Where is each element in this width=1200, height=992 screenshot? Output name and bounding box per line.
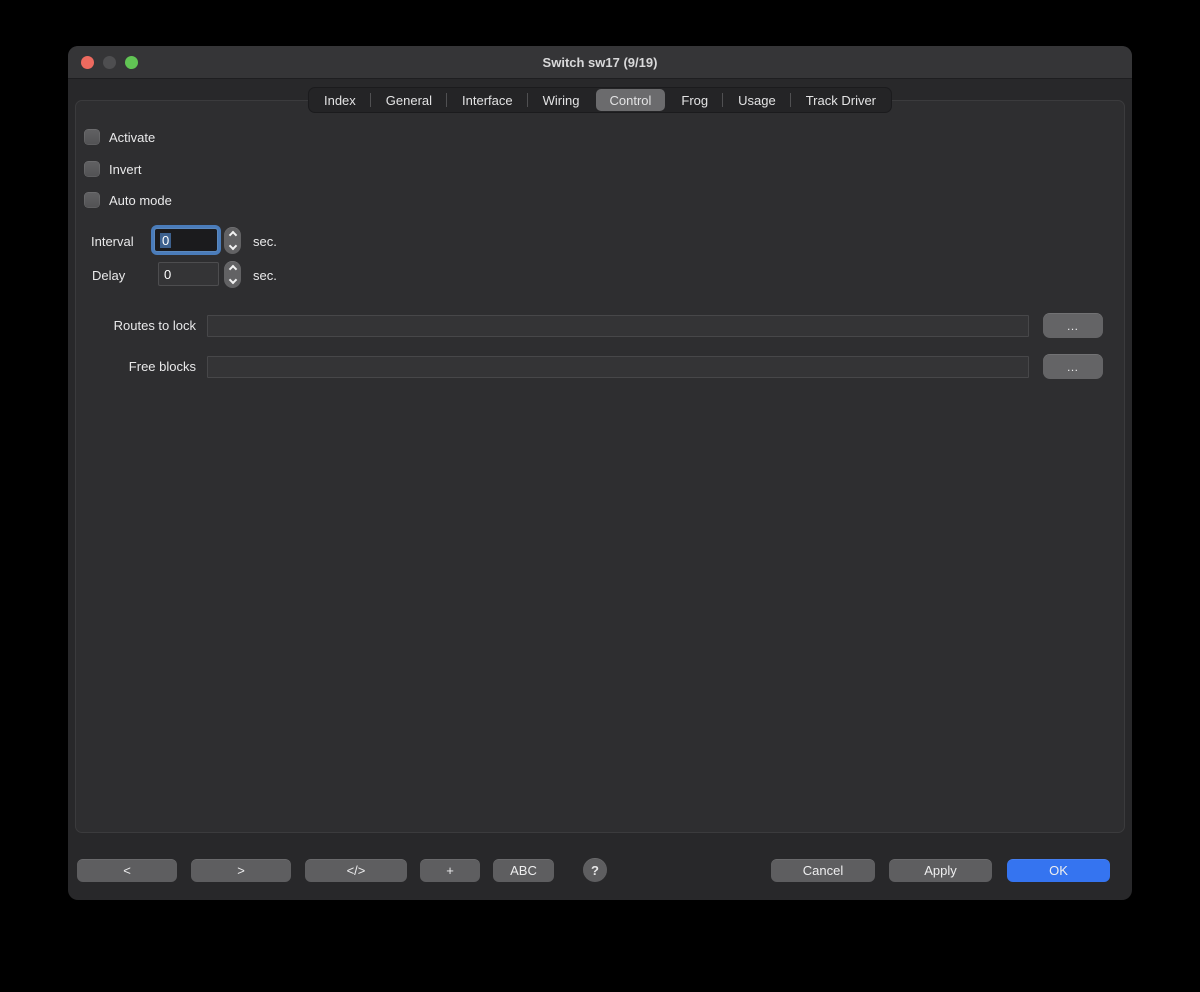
stepper-up-icon	[228, 231, 236, 239]
tab-index[interactable]: Index	[310, 89, 370, 111]
invert-row: Invert	[84, 160, 142, 178]
tab-label: Frog	[681, 93, 708, 108]
tab-wiring[interactable]: Wiring	[529, 89, 594, 111]
delay-unit: sec.	[253, 267, 277, 285]
interval-unit: sec.	[253, 233, 277, 251]
auto-mode-row: Auto mode	[84, 191, 172, 209]
stepper-up-icon	[228, 265, 236, 273]
tab-track-driver[interactable]: Track Driver	[792, 89, 890, 111]
window-title: Switch sw17 (9/19)	[68, 55, 1132, 70]
delay-stepper[interactable]	[224, 261, 241, 288]
routes-browse-button[interactable]: …	[1043, 313, 1103, 338]
zoom-button[interactable]	[125, 56, 138, 69]
interval-label: Interval	[91, 233, 134, 251]
tab-general[interactable]: General	[372, 89, 446, 111]
close-button[interactable]	[81, 56, 94, 69]
prev-button[interactable]: <	[77, 859, 177, 882]
free-blocks-browse-button[interactable]: …	[1043, 354, 1103, 379]
apply-button[interactable]: Apply	[889, 859, 992, 882]
routes-to-lock-label: Routes to lock	[76, 317, 196, 335]
control-tab-panel: Activate Invert Auto mode Interval 0 sec…	[75, 100, 1125, 833]
activate-checkbox[interactable]	[84, 129, 100, 145]
delay-value: 0	[164, 267, 171, 282]
stepper-down-icon	[228, 276, 236, 284]
activate-row: Activate	[84, 128, 155, 146]
interval-stepper[interactable]	[224, 227, 241, 254]
invert-checkbox[interactable]	[84, 161, 100, 177]
traffic-lights	[81, 46, 138, 79]
code-button[interactable]: </>	[305, 859, 407, 882]
switch-dialog-window: Switch sw17 (9/19) Index General Interfa…	[68, 46, 1132, 900]
delay-label: Delay	[92, 267, 125, 285]
tab-label: Interface	[462, 93, 513, 108]
tab-frog[interactable]: Frog	[667, 89, 722, 111]
titlebar: Switch sw17 (9/19)	[68, 46, 1132, 79]
abc-button[interactable]: ABC	[493, 859, 554, 882]
auto-mode-checkbox[interactable]	[84, 192, 100, 208]
stepper-down-icon	[228, 242, 236, 250]
add-button[interactable]: +	[420, 859, 480, 882]
tab-label: Track Driver	[806, 93, 876, 108]
invert-label: Invert	[109, 162, 142, 177]
tab-label: Wiring	[543, 93, 580, 108]
free-blocks-label: Free blocks	[76, 358, 196, 376]
routes-to-lock-input[interactable]	[207, 315, 1029, 337]
free-blocks-input[interactable]	[207, 356, 1029, 378]
interval-input[interactable]: 0	[154, 228, 218, 252]
tab-control[interactable]: Control	[595, 89, 665, 111]
tab-usage[interactable]: Usage	[724, 89, 790, 111]
tab-label: Usage	[738, 93, 776, 108]
tab-label: Control	[609, 93, 651, 108]
next-button[interactable]: >	[191, 859, 291, 882]
auto-mode-label: Auto mode	[109, 193, 172, 208]
activate-label: Activate	[109, 130, 155, 145]
help-button[interactable]: ?	[583, 858, 607, 882]
minimize-button	[103, 56, 116, 69]
ellipsis-icon: …	[1067, 360, 1080, 374]
cancel-button[interactable]: Cancel	[771, 859, 875, 882]
ok-button[interactable]: OK	[1007, 859, 1110, 882]
tab-bar: Index General Interface Wiring Control F…	[308, 87, 892, 113]
interval-value: 0	[160, 233, 171, 248]
tab-interface[interactable]: Interface	[448, 89, 527, 111]
delay-input[interactable]: 0	[158, 262, 219, 286]
tab-label: Index	[324, 93, 356, 108]
tab-label: General	[386, 93, 432, 108]
ellipsis-icon: …	[1067, 319, 1080, 333]
